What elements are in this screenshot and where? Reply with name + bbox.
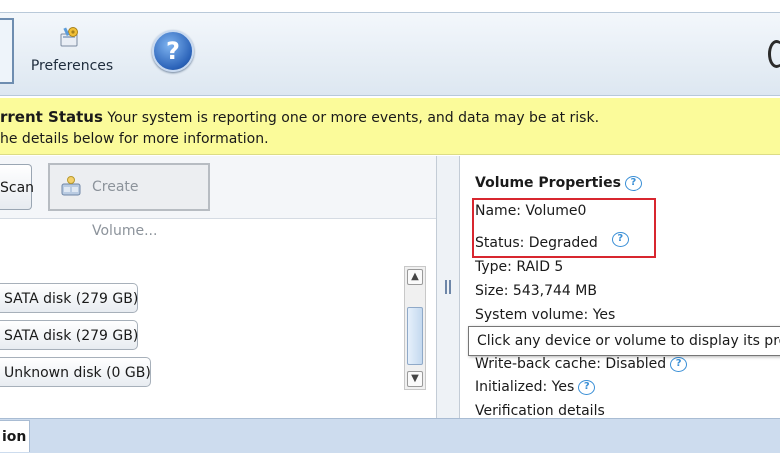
initialized: Initialized: Yes xyxy=(475,379,575,395)
panel-splitter[interactable] xyxy=(436,156,460,418)
preferences-icon xyxy=(60,27,78,47)
help-bubble-icon[interactable]: ? xyxy=(578,380,596,395)
volume-type: Type: RAID 5 xyxy=(475,259,564,275)
preferences-label: Preferences xyxy=(30,58,114,74)
create-volume-label: Create Volume... xyxy=(92,179,158,239)
splitter-grip-icon[interactable] xyxy=(445,280,451,294)
initialized-row: Initialized: Yes? xyxy=(475,379,596,395)
scroll-down-arrow-icon[interactable]: ▼ xyxy=(407,371,423,387)
properties-title: Volume Properties xyxy=(475,175,621,191)
status-title: rrent Status xyxy=(0,108,103,126)
preferences-button[interactable]: Preferences xyxy=(24,22,120,82)
volume-size: Size: 543,744 MB xyxy=(475,283,597,299)
vertical-scrollbar[interactable]: ▲ ▼ xyxy=(404,266,426,390)
tab-information[interactable]: ion xyxy=(0,420,30,452)
status-line: rrent Status Your system is reporting on… xyxy=(0,108,599,126)
partial-toolbar-icon[interactable] xyxy=(768,40,780,68)
highlight-box xyxy=(472,198,656,258)
scroll-up-arrow-icon[interactable]: ▲ xyxy=(407,269,423,285)
tooltip: Click any device or volume to display it… xyxy=(468,326,780,356)
rescan-button[interactable]: Scan xyxy=(0,164,34,210)
toolbar-partial-button[interactable] xyxy=(0,18,14,84)
create-volume-button[interactable]: Create Volume... xyxy=(48,163,210,239)
help-icon: ? xyxy=(166,37,180,65)
disk-item[interactable]: SATA disk (279 GB) xyxy=(0,320,138,350)
disk-item[interactable]: Unknown disk (0 GB) xyxy=(0,357,151,387)
bottom-tab-bar xyxy=(0,418,780,453)
disk-item[interactable]: SATA disk (279 GB) xyxy=(0,283,138,313)
verification-details[interactable]: Verification details xyxy=(475,403,605,418)
status-message: Your system is reporting one or more eve… xyxy=(107,110,600,126)
system-volume: System volume: Yes xyxy=(475,307,616,323)
help-bubble-icon[interactable]: ? xyxy=(624,176,642,191)
write-back-cache-row: Write-back cache: Disabled? xyxy=(475,356,688,372)
help-button[interactable]: ? xyxy=(152,30,194,72)
help-bubble-icon[interactable]: ? xyxy=(670,357,688,372)
status-instructions: he details below for more information. xyxy=(0,131,269,147)
scrollbar-thumb[interactable] xyxy=(407,307,423,365)
write-back-cache: Write-back cache: Disabled xyxy=(475,356,667,372)
properties-heading: Volume Properties? xyxy=(475,175,642,191)
properties-panel: Volume Properties? Name: Volume0 Status:… xyxy=(460,156,780,418)
create-volume-icon xyxy=(61,176,81,196)
